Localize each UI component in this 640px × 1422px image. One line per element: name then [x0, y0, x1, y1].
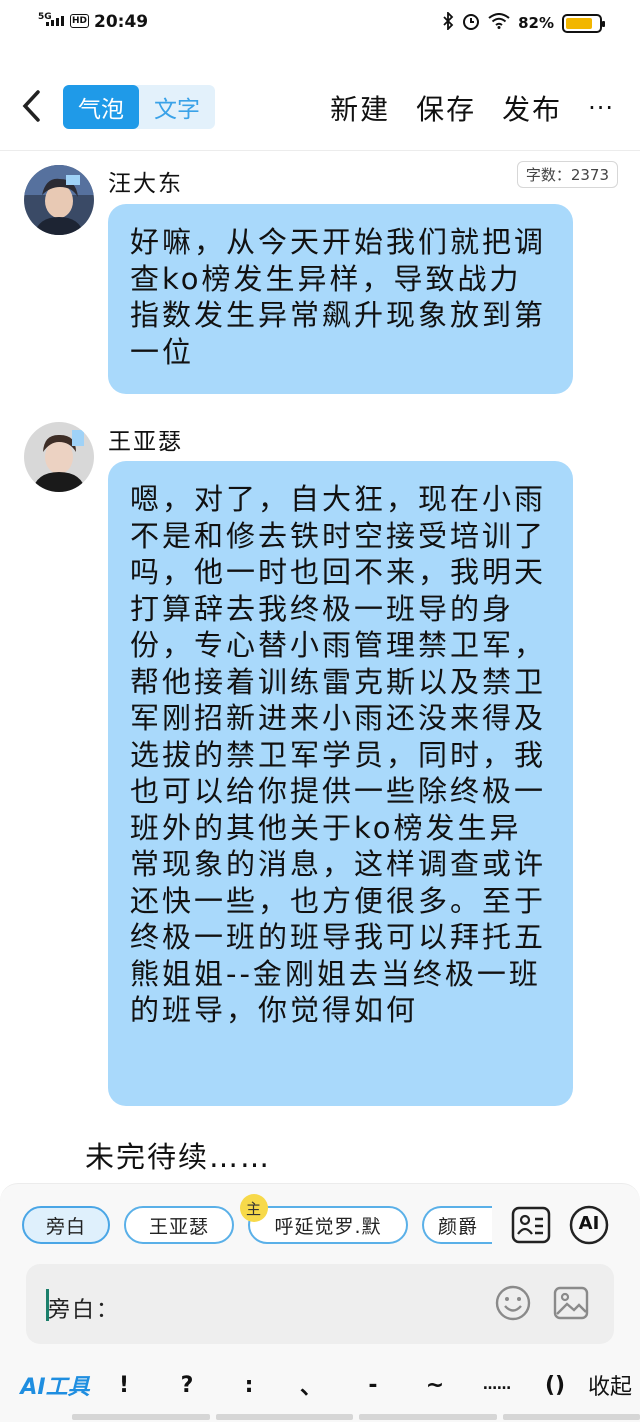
word-count-badge: 字数：2373 [516, 161, 618, 188]
question-button[interactable]: ? [156, 1373, 218, 1398]
parentheses-button[interactable]: () [528, 1373, 582, 1398]
image-icon[interactable] [552, 1284, 590, 1322]
emoji-icon[interactable] [494, 1284, 532, 1322]
bluetooth-icon [442, 10, 454, 34]
back-arrow-icon[interactable] [20, 88, 44, 133]
role-list-icon[interactable] [511, 1205, 551, 1245]
main-role-badge: 主 [240, 1194, 268, 1222]
status-time: 20:49 [94, 12, 149, 32]
message-bubble[interactable]: 好嘛，从今天开始我们就把调查ko榜发生异样，导致战力指数发生异常飙升现象放到第一… [108, 204, 573, 394]
speaker-name: 汪大东 [108, 171, 183, 197]
punctuation-toolbar: AI工具 ! ? : 、 - ~ …… () 收起 [0, 1360, 640, 1410]
alarm-icon [462, 12, 480, 34]
status-right: 82% [442, 10, 605, 34]
tab-bubble[interactable]: 气泡 [63, 85, 139, 129]
exclaim-button[interactable]: ! [110, 1373, 138, 1398]
avatar[interactable] [24, 422, 94, 492]
hd-badge: HD [70, 14, 90, 28]
ai-icon[interactable]: AI [569, 1205, 609, 1245]
publish-button[interactable]: 发布 [502, 88, 562, 128]
scroll-indicator [72, 1414, 640, 1420]
role-chip-wangyase[interactable]: 王亚瑟 [124, 1206, 234, 1244]
input-prefix: 旁白： [48, 1298, 121, 1323]
avatar[interactable] [24, 165, 94, 235]
role-chip-label: 王亚瑟 [148, 1215, 209, 1238]
dialogue-input[interactable]: 旁白： [26, 1264, 614, 1344]
new-button[interactable]: 新建 [330, 88, 390, 128]
role-chip-label: 呼延觉罗.默 [274, 1215, 382, 1238]
comma-button[interactable]: 、 [280, 1369, 342, 1401]
role-chip-huyanjueluo[interactable]: 主 呼延觉罗.默 [240, 1194, 408, 1244]
message-bubble[interactable]: 嗯，对了，自大狂，现在小雨不是和修去铁时空接受培训了吗，他一时也回不来，我明天打… [108, 461, 573, 1106]
status-bar: 5G HD 20:49 82% [0, 0, 640, 48]
tab-text[interactable]: 文字 [139, 85, 215, 129]
signal-icon [46, 16, 64, 26]
to-be-continued-text: 未完待续…… [85, 1140, 272, 1174]
header-actions: 新建 保存 发布 ··· [330, 88, 614, 128]
battery-percent: 82% [518, 14, 554, 32]
header-divider [0, 150, 640, 151]
dash-button[interactable]: - [342, 1373, 404, 1398]
ai-tools-button[interactable]: AI工具 [0, 1369, 110, 1401]
wifi-icon [488, 13, 510, 33]
role-chip-label: 颜爵 [437, 1215, 478, 1238]
tilde-button[interactable]: ~ [404, 1373, 466, 1398]
editor-toolbar: 气泡 文字 新建 保存 发布 ··· [0, 82, 640, 134]
role-chip-narrator[interactable]: 旁白 [22, 1206, 110, 1244]
speaker-name: 王亚瑟 [108, 429, 183, 455]
more-icon[interactable]: ··· [588, 94, 614, 122]
mode-switch: 气泡 文字 [63, 85, 215, 129]
colon-button[interactable]: : [218, 1373, 280, 1398]
role-chip-yanjue[interactable]: 颜爵 [422, 1206, 492, 1244]
ellipsis-button[interactable]: …… [466, 1377, 528, 1393]
role-chip-label: 旁白 [45, 1215, 86, 1238]
save-button[interactable]: 保存 [416, 88, 476, 128]
role-selector: 旁白 王亚瑟 主 呼延觉罗.默 颜爵 [22, 1194, 492, 1244]
ai-label: AI [578, 1213, 600, 1234]
battery-icon [562, 13, 605, 33]
collapse-button[interactable]: 收起 [582, 1369, 638, 1401]
